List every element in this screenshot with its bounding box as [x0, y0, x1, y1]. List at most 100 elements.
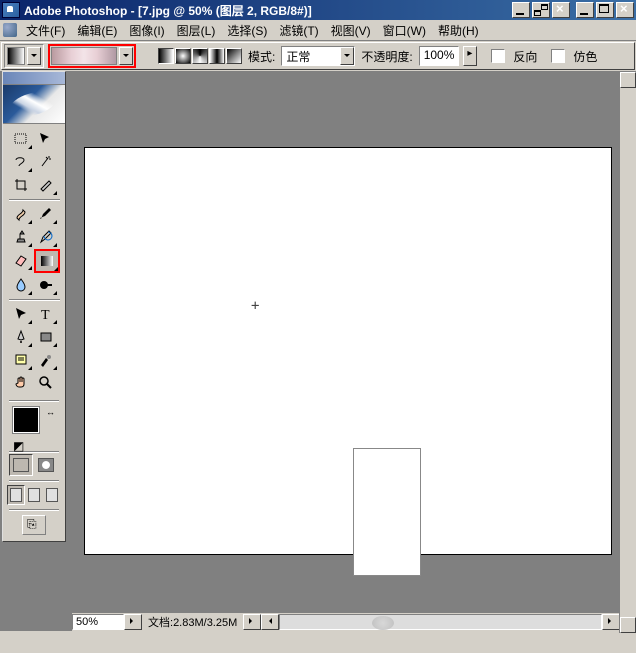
zoom-tool[interactable] — [34, 372, 58, 394]
opacity-value[interactable]: 100% — [419, 46, 460, 66]
app-minimize-button[interactable] — [576, 2, 594, 18]
screen-mode-group — [3, 483, 65, 507]
doc-info-menu-button[interactable] — [243, 614, 261, 630]
selection-rectangle[interactable] — [353, 448, 421, 576]
angle-gradient-button[interactable] — [192, 48, 208, 64]
crop-tool[interactable] — [9, 174, 33, 196]
tool-preset-group — [4, 44, 44, 68]
tool-preset-dropdown[interactable] — [27, 47, 41, 65]
radial-gradient-button[interactable] — [175, 48, 191, 64]
notes-tool[interactable] — [9, 349, 33, 371]
app-icon — [2, 2, 20, 18]
shape-tool[interactable] — [34, 326, 58, 348]
mode-label: 模式: — [248, 48, 275, 65]
clone-stamp-tool[interactable] — [9, 226, 33, 248]
edit-mode-group — [3, 452, 65, 478]
menu-edit[interactable]: 编辑(E) — [71, 20, 123, 41]
gradient-tool[interactable] — [34, 249, 60, 273]
path-selection-tool[interactable] — [9, 303, 33, 325]
doc-minimize-button[interactable] — [512, 2, 530, 18]
zoom-menu-button[interactable] — [124, 614, 142, 630]
zoom-level-input[interactable]: 50% — [72, 614, 124, 630]
app-scroll-down[interactable] — [620, 617, 636, 633]
horizontal-scrollbar[interactable] — [279, 614, 602, 630]
type-tool[interactable]: T — [34, 303, 58, 325]
svg-text:T: T — [41, 308, 50, 322]
marquee-tool[interactable] — [9, 128, 33, 150]
fullscreen-menu-button[interactable] — [25, 485, 43, 505]
healing-brush-tool[interactable] — [9, 203, 33, 225]
jump-to-group — [3, 512, 65, 541]
color-swatches: ↔ ◩ — [3, 403, 65, 451]
app-scroll-up[interactable] — [620, 72, 636, 88]
linear-gradient-button[interactable] — [158, 48, 174, 64]
doc-restore-button[interactable] — [532, 2, 550, 18]
tool-preset-icon[interactable] — [7, 47, 25, 65]
default-colors-icon[interactable]: ◩ — [13, 439, 23, 449]
pen-tool[interactable] — [9, 326, 33, 348]
blend-mode-dropdown-icon — [340, 47, 354, 65]
reverse-label: 反向 — [513, 48, 537, 65]
dither-checkbox[interactable] — [551, 49, 565, 63]
canvas[interactable]: + — [84, 147, 612, 555]
menu-view[interactable]: 视图(V) — [325, 20, 377, 41]
doc-close-button[interactable] — [552, 2, 570, 18]
quickmask-mode-button[interactable] — [34, 454, 58, 476]
menu-image[interactable]: 图像(I) — [123, 20, 170, 41]
doc-info-label: 文档:2.83M/3.25M — [142, 614, 243, 630]
swap-colors-icon[interactable]: ↔ — [46, 407, 55, 417]
toolbox: T ↔ ◩ — [2, 71, 66, 542]
eraser-tool[interactable] — [9, 249, 33, 271]
toolbox-titlebar[interactable] — [3, 72, 65, 85]
reverse-checkbox[interactable] — [491, 49, 505, 63]
photoshop-icon — [3, 23, 17, 37]
menu-file[interactable]: 文件(F) — [20, 20, 71, 41]
dither-label: 仿色 — [573, 48, 597, 65]
history-brush-tool[interactable] — [34, 226, 58, 248]
app-close-button[interactable] — [616, 2, 634, 18]
menu-filter[interactable]: 滤镜(T) — [273, 20, 324, 41]
blend-mode-combo[interactable]: 正常 — [281, 46, 355, 66]
dodge-tool[interactable] — [34, 274, 58, 296]
window-title: Adobe Photoshop - [7.jpg @ 50% (图层 2, RG… — [24, 2, 312, 19]
gradient-dropdown[interactable] — [119, 47, 133, 65]
app-maximize-button[interactable] — [596, 2, 614, 18]
lasso-tool[interactable] — [9, 151, 33, 173]
fullscreen-button[interactable] — [43, 485, 61, 505]
opacity-slider-button[interactable] — [463, 46, 477, 66]
workspace: T ↔ ◩ — [0, 71, 636, 631]
menu-window[interactable]: 窗口(W) — [377, 20, 432, 41]
blend-mode-value: 正常 — [282, 48, 340, 65]
gradient-type-group — [158, 48, 242, 64]
gradient-picker-highlight — [48, 44, 136, 68]
scroll-left-button[interactable] — [261, 614, 279, 630]
reflected-gradient-button[interactable] — [209, 48, 225, 64]
app-vertical-scrollbar[interactable] — [619, 72, 636, 633]
document-window-controls — [510, 2, 570, 18]
menu-layer[interactable]: 图层(L) — [171, 20, 222, 41]
app-window-controls — [574, 2, 634, 18]
eyedropper-tool[interactable] — [34, 349, 58, 371]
hand-tool[interactable] — [9, 372, 33, 394]
gradient-preview[interactable] — [51, 47, 117, 65]
diamond-gradient-button[interactable] — [226, 48, 242, 64]
foreground-color[interactable] — [13, 407, 39, 433]
photoshop-badge-icon — [372, 616, 394, 630]
brush-tool[interactable] — [34, 203, 58, 225]
jump-to-imageready-button[interactable] — [22, 515, 46, 535]
cursor-crosshair: + — [251, 298, 259, 314]
standard-screen-button[interactable] — [7, 485, 25, 505]
magic-wand-tool[interactable] — [34, 151, 58, 173]
menu-select[interactable]: 选择(S) — [221, 20, 273, 41]
toolbox-logo — [3, 85, 65, 124]
standard-mode-button[interactable] — [9, 454, 33, 476]
scroll-right-button[interactable] — [602, 614, 620, 630]
document-status-bar: 50% 文档:2.83M/3.25M — [72, 612, 620, 631]
title-bar: Adobe Photoshop - [7.jpg @ 50% (图层 2, RG… — [0, 0, 636, 20]
opacity-label: 不透明度: — [361, 48, 412, 65]
menu-help[interactable]: 帮助(H) — [432, 20, 485, 41]
document-area: + 50% 文档:2.83M/3.25M — [72, 71, 636, 631]
move-tool[interactable] — [34, 128, 58, 150]
blur-tool[interactable] — [9, 274, 33, 296]
slice-tool[interactable] — [34, 174, 58, 196]
